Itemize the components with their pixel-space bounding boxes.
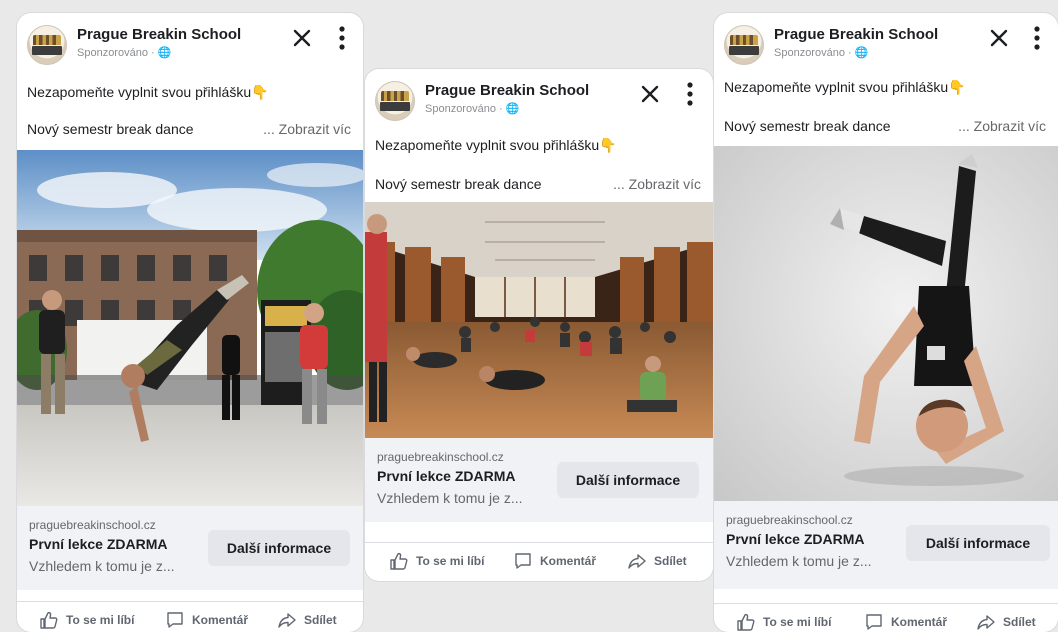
comment-button[interactable]: Komentář xyxy=(513,551,596,571)
action-bar: To se mi líbí Komentář Sdílet xyxy=(714,603,1058,632)
ad-photo-dance-hall[interactable] xyxy=(365,202,713,438)
ad-caption-line1: Nezapomeňte vyplnit svou přihlášku👇 xyxy=(375,137,617,153)
comment-label: Komentář xyxy=(192,613,249,627)
ad-header: Prague Breakin School Sponzorováno · 🌐 xyxy=(714,13,1058,71)
share-label: Sdílet xyxy=(1003,615,1036,629)
share-button[interactable]: Sdílet xyxy=(976,612,1036,632)
sponsored-label: Sponzorováno · 🌐 xyxy=(774,47,869,59)
see-more-link[interactable]: ... Zobrazit víc xyxy=(263,121,351,137)
comment-icon xyxy=(866,614,882,630)
ad-caption-line2: Nový semestr break dance xyxy=(27,121,194,137)
more-vertical-icon[interactable] xyxy=(685,81,695,107)
like-icon xyxy=(737,613,755,631)
like-button[interactable]: To se mi líbí xyxy=(389,551,484,571)
share-label: Sdílet xyxy=(654,554,687,568)
comment-label: Komentář xyxy=(540,554,597,568)
ad-card-3: Prague Breakin School Sponzorováno · 🌐 N… xyxy=(714,13,1058,632)
like-button[interactable]: To se mi líbí xyxy=(39,610,134,630)
like-icon xyxy=(40,611,58,629)
avatar-logo xyxy=(33,35,61,45)
link-description: Vzhledem k tomu je z... xyxy=(29,558,175,574)
photo-image xyxy=(714,146,1058,501)
share-button[interactable]: Sdílet xyxy=(277,610,337,630)
photo-image xyxy=(17,150,363,506)
link-domain: praguebreakinschool.cz xyxy=(726,513,853,527)
comment-button[interactable]: Komentář xyxy=(165,610,248,630)
share-icon xyxy=(977,615,995,630)
share-icon xyxy=(628,554,646,569)
learn-more-button[interactable]: Další informace xyxy=(906,525,1050,561)
share-label: Sdílet xyxy=(304,613,337,627)
like-label: To se mi líbí xyxy=(763,615,832,629)
ad-photo-studio-freeze[interactable] xyxy=(714,146,1058,501)
close-icon[interactable] xyxy=(988,27,1010,49)
avatar-logo xyxy=(730,35,758,45)
ad-photo-outdoor-breakdance[interactable] xyxy=(17,150,363,506)
link-domain: praguebreakinschool.cz xyxy=(377,450,504,464)
link-preview[interactable]: praguebreakinschool.cz První lekce ZDARM… xyxy=(365,438,713,522)
ad-caption-line1: Nezapomeňte vyplnit svou přihlášku👇 xyxy=(724,79,966,95)
ad-header: Prague Breakin School Sponzorováno · 🌐 xyxy=(365,69,713,127)
share-button[interactable]: Sdílet xyxy=(627,551,687,571)
link-preview[interactable]: praguebreakinschool.cz První lekce ZDARM… xyxy=(17,506,363,590)
ad-caption-line2: Nový semestr break dance xyxy=(724,118,891,134)
page-name[interactable]: Prague Breakin School xyxy=(425,82,589,99)
close-icon[interactable] xyxy=(291,27,313,49)
avatar-logo-banner xyxy=(32,46,62,55)
share-icon xyxy=(278,613,296,628)
see-more-link[interactable]: ... Zobrazit víc xyxy=(958,118,1046,134)
avatar-logo-banner xyxy=(729,46,759,55)
link-preview[interactable]: praguebreakinschool.cz První lekce ZDARM… xyxy=(714,501,1058,589)
page-avatar[interactable] xyxy=(724,25,764,65)
link-headline: První lekce ZDARMA xyxy=(377,468,516,484)
ad-card-1: Prague Breakin School Sponzorováno · 🌐 N… xyxy=(17,13,363,632)
like-label: To se mi líbí xyxy=(416,554,485,568)
sponsored-label: Sponzorováno · 🌐 xyxy=(77,47,172,59)
learn-more-button[interactable]: Další informace xyxy=(557,462,699,498)
action-bar: To se mi líbí Komentář Sdílet xyxy=(365,542,713,577)
page-avatar[interactable] xyxy=(375,81,415,121)
action-bar: To se mi líbí Komentář Sdílet xyxy=(17,601,363,632)
link-description: Vzhledem k tomu je z... xyxy=(377,490,523,506)
like-button[interactable]: To se mi líbí xyxy=(736,612,831,632)
learn-more-button[interactable]: Další informace xyxy=(208,530,350,566)
page-name[interactable]: Prague Breakin School xyxy=(774,26,938,43)
photo-image xyxy=(365,202,713,438)
comment-button[interactable]: Komentář xyxy=(864,612,947,632)
like-icon xyxy=(390,552,408,570)
sponsored-label: Sponzorováno · 🌐 xyxy=(425,103,520,115)
more-vertical-icon[interactable] xyxy=(337,25,347,51)
avatar-logo-banner xyxy=(380,102,410,111)
like-label: To se mi líbí xyxy=(66,613,135,627)
page-avatar[interactable] xyxy=(27,25,67,65)
ad-caption-line2: Nový semestr break dance xyxy=(375,176,542,192)
ad-header: Prague Breakin School Sponzorováno · 🌐 xyxy=(17,13,363,71)
ad-card-2: Prague Breakin School Sponzorováno · 🌐 N… xyxy=(365,69,713,581)
ad-caption-line1: Nezapomeňte vyplnit svou přihlášku👇 xyxy=(27,84,269,100)
comment-label: Komentář xyxy=(891,615,948,629)
avatar-logo xyxy=(381,91,409,101)
link-domain: praguebreakinschool.cz xyxy=(29,518,156,532)
more-vertical-icon[interactable] xyxy=(1032,25,1042,51)
link-headline: První lekce ZDARMA xyxy=(726,531,865,547)
link-headline: První lekce ZDARMA xyxy=(29,536,168,552)
close-icon[interactable] xyxy=(639,83,661,105)
page-name[interactable]: Prague Breakin School xyxy=(77,26,241,43)
link-description: Vzhledem k tomu je z... xyxy=(726,553,872,569)
see-more-link[interactable]: ... Zobrazit víc xyxy=(613,176,701,192)
comment-icon xyxy=(515,553,531,569)
comment-icon xyxy=(167,612,183,628)
